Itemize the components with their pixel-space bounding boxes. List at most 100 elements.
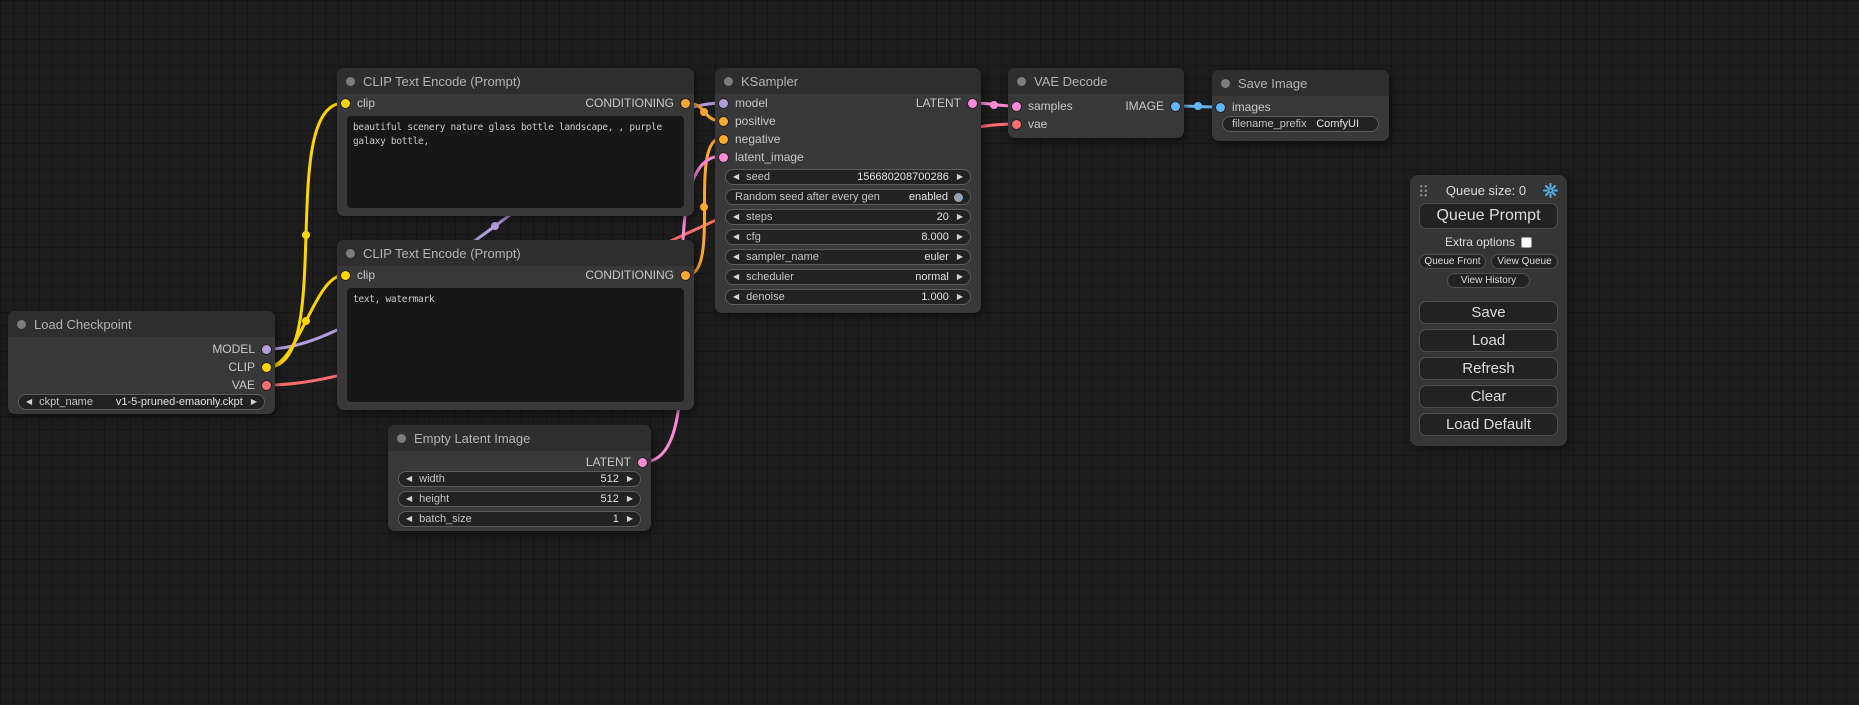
next-arrow-icon[interactable]: ▶ — [957, 233, 963, 241]
conditioning-input-dot[interactable] — [719, 135, 728, 144]
toggle-knob-icon[interactable] — [954, 193, 963, 202]
collapse-dot-icon[interactable] — [724, 77, 733, 86]
save-button[interactable]: Save — [1419, 301, 1558, 324]
output-slot-conditioning[interactable]: CONDITIONING — [585, 268, 690, 282]
model-input-dot[interactable] — [719, 99, 728, 108]
input-slot-model[interactable]: model — [719, 96, 768, 110]
prev-arrow-icon[interactable]: ◀ — [733, 233, 739, 241]
next-arrow-icon[interactable]: ▶ — [627, 495, 633, 503]
refresh-button[interactable]: Refresh — [1419, 357, 1558, 380]
clear-button[interactable]: Clear — [1419, 385, 1558, 408]
node-titlebar[interactable]: Load Checkpoint — [8, 311, 275, 337]
input-slot-clip[interactable]: clip — [341, 96, 375, 110]
prev-arrow-icon[interactable]: ◀ — [406, 515, 412, 523]
widget-ckpt-name[interactable]: ◀ ckpt_name v1-5-pruned-emaonly.ckpt ▶ — [18, 394, 265, 410]
input-slot-images[interactable]: images — [1216, 100, 1271, 114]
output-slot-vae[interactable]: VAE — [8, 376, 275, 394]
widget-scheduler[interactable]: ◀ scheduler normal ▶ — [725, 269, 971, 285]
prev-arrow-icon[interactable]: ◀ — [406, 495, 412, 503]
widget-sampler-name[interactable]: ◀ sampler_name euler ▶ — [725, 249, 971, 265]
drag-handle-icon[interactable] — [1419, 184, 1429, 197]
input-slot-clip[interactable]: clip — [341, 268, 375, 282]
conditioning-output-dot[interactable] — [681, 99, 690, 108]
clip-input-dot[interactable] — [341, 271, 350, 280]
output-slot-image[interactable]: IMAGE — [1125, 99, 1180, 113]
widget-seed[interactable]: ◀ seed 156680208700286 ▶ — [725, 169, 971, 185]
widget-width[interactable]: ◀ width 512 ▶ — [398, 471, 641, 487]
output-slot-latent[interactable]: LATENT — [388, 453, 651, 471]
widget-filename-prefix[interactable]: filename_prefix ComfyUI — [1222, 116, 1379, 132]
prev-arrow-icon[interactable]: ◀ — [733, 253, 739, 261]
output-slot-latent[interactable]: LATENT — [916, 96, 977, 110]
image-input-dot[interactable] — [1216, 103, 1225, 112]
output-slot-model[interactable]: MODEL — [8, 340, 275, 358]
load-button[interactable]: Load — [1419, 329, 1558, 352]
node-empty-latent-image[interactable]: Empty Latent Image LATENT ◀ width 512 ▶ … — [388, 425, 651, 531]
node-titlebar[interactable]: Save Image — [1212, 70, 1389, 96]
latent-output-dot[interactable] — [638, 458, 647, 467]
collapse-dot-icon[interactable] — [346, 77, 355, 86]
collapse-dot-icon[interactable] — [1221, 79, 1230, 88]
vae-output-dot[interactable] — [262, 381, 271, 390]
collapse-dot-icon[interactable] — [17, 320, 26, 329]
output-slot-clip[interactable]: CLIP — [8, 358, 275, 376]
widget-random-seed-toggle[interactable]: Random seed after every gen enabled — [725, 189, 971, 205]
queue-menu-panel[interactable]: Queue size: 0 Queue Prompt Extra options… — [1410, 175, 1567, 446]
next-arrow-icon[interactable]: ▶ — [957, 253, 963, 261]
prompt-textarea[interactable]: text, watermark — [347, 288, 684, 402]
view-history-button[interactable]: View History — [1447, 273, 1530, 288]
input-slot-latent-image[interactable]: latent_image — [719, 150, 804, 164]
conditioning-input-dot[interactable] — [719, 117, 728, 126]
view-queue-button[interactable]: View Queue — [1491, 254, 1558, 269]
next-arrow-icon[interactable]: ▶ — [957, 173, 963, 181]
node-titlebar[interactable]: KSampler — [715, 68, 981, 94]
node-ksampler[interactable]: KSampler model LATENT positive negative — [715, 68, 981, 313]
conditioning-output-dot[interactable] — [681, 271, 690, 280]
node-vae-decode[interactable]: VAE Decode samples IMAGE vae — [1008, 68, 1184, 138]
prev-arrow-icon[interactable]: ◀ — [733, 213, 739, 221]
input-slot-negative[interactable]: negative — [719, 132, 780, 146]
prompt-textarea[interactable]: beautiful scenery nature glass bottle la… — [347, 116, 684, 208]
prev-arrow-icon[interactable]: ◀ — [733, 173, 739, 181]
image-output-dot[interactable] — [1171, 102, 1180, 111]
next-arrow-icon[interactable]: ▶ — [627, 515, 633, 523]
next-arrow-icon[interactable]: ▶ — [957, 213, 963, 221]
node-save-image[interactable]: Save Image images filename_prefix ComfyU… — [1212, 70, 1389, 141]
load-default-button[interactable]: Load Default — [1419, 413, 1558, 436]
latent-input-dot[interactable] — [1012, 102, 1021, 111]
extra-options-checkbox[interactable] — [1521, 237, 1532, 248]
input-slot-positive[interactable]: positive — [719, 114, 776, 128]
queue-front-button[interactable]: Queue Front — [1419, 254, 1486, 269]
latent-input-dot[interactable] — [719, 153, 728, 162]
next-arrow-icon[interactable]: ▶ — [957, 293, 963, 301]
node-titlebar[interactable]: CLIP Text Encode (Prompt) — [337, 68, 694, 94]
vae-input-dot[interactable] — [1012, 120, 1021, 129]
node-clip-text-encode-positive[interactable]: CLIP Text Encode (Prompt) clip CONDITION… — [337, 68, 694, 216]
queue-prompt-button[interactable]: Queue Prompt — [1419, 203, 1558, 229]
widget-height[interactable]: ◀ height 512 ▶ — [398, 491, 641, 507]
widget-steps[interactable]: ◀ steps 20 ▶ — [725, 209, 971, 225]
next-arrow-icon[interactable]: ▶ — [627, 475, 633, 483]
output-slot-conditioning[interactable]: CONDITIONING — [585, 96, 690, 110]
widget-batch-size[interactable]: ◀ batch_size 1 ▶ — [398, 511, 641, 527]
collapse-dot-icon[interactable] — [346, 249, 355, 258]
next-arrow-icon[interactable]: ▶ — [957, 273, 963, 281]
prev-arrow-icon[interactable]: ◀ — [733, 293, 739, 301]
node-titlebar[interactable]: VAE Decode — [1008, 68, 1184, 94]
model-output-dot[interactable] — [262, 345, 271, 354]
prev-arrow-icon[interactable]: ◀ — [733, 273, 739, 281]
collapse-dot-icon[interactable] — [397, 434, 406, 443]
settings-gear-icon[interactable] — [1543, 183, 1558, 198]
widget-denoise[interactable]: ◀ denoise 1.000 ▶ — [725, 289, 971, 305]
clip-input-dot[interactable] — [341, 99, 350, 108]
node-titlebar[interactable]: CLIP Text Encode (Prompt) — [337, 240, 694, 266]
latent-output-dot[interactable] — [968, 99, 977, 108]
node-load-checkpoint[interactable]: Load Checkpoint MODEL CLIP VAE ◀ ckpt_na… — [8, 311, 275, 414]
prev-arrow-icon[interactable]: ◀ — [406, 475, 412, 483]
input-slot-vae[interactable]: vae — [1012, 117, 1047, 131]
input-slot-samples[interactable]: samples — [1012, 99, 1073, 113]
node-clip-text-encode-negative[interactable]: CLIP Text Encode (Prompt) clip CONDITION… — [337, 240, 694, 410]
widget-cfg[interactable]: ◀ cfg 8.000 ▶ — [725, 229, 971, 245]
clip-output-dot[interactable] — [262, 363, 271, 372]
collapse-dot-icon[interactable] — [1017, 77, 1026, 86]
